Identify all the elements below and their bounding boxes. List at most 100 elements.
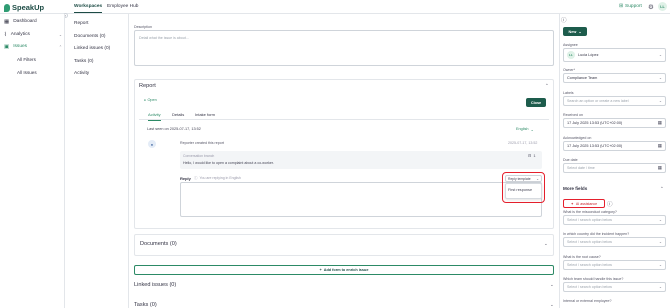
chevron-down-icon[interactable]: ⌄ xyxy=(550,302,554,308)
chevron-up-icon[interactable]: ⌃ xyxy=(660,186,664,192)
lock-icon: ⊟ xyxy=(528,153,532,158)
chevron-down-icon: ⌄ xyxy=(658,285,662,289)
description-input[interactable]: Detail what the issue is about... xyxy=(134,30,554,66)
magic-wand-icon: ✦ xyxy=(570,201,574,206)
country-select[interactable]: Select / search option below ⌄ xyxy=(563,237,666,247)
reply-template-select[interactable]: Reply template ⌄ xyxy=(505,175,542,182)
ai-assistance-label: AI assistance xyxy=(575,201,598,206)
sidebar-item-issues[interactable]: ▣ Issues ⌃ xyxy=(4,42,62,51)
sidebar-item-label: Analytics xyxy=(10,32,30,37)
field-label-misconduct: What is the misconduct category? xyxy=(563,210,617,214)
assignee-label: Assignee xyxy=(563,43,578,47)
chevron-up-icon: ⌃ xyxy=(58,44,62,49)
status-badge[interactable]: ● Open xyxy=(144,98,157,102)
plus-icon: + xyxy=(319,268,322,272)
status-label: Open xyxy=(147,98,157,102)
received-date-field[interactable]: 17 July 2025 13:53 (UTC+02:00) ▦ xyxy=(563,118,666,128)
menu-item-first-response[interactable]: First response xyxy=(508,188,532,192)
reply-textarea[interactable] xyxy=(180,182,542,217)
labels-placeholder: Search an option or create a new label xyxy=(567,99,629,103)
received-label: Received on xyxy=(563,113,583,117)
chevron-down-icon: ⌄ xyxy=(658,263,662,267)
last-seen-text: Last seen on 2025-07-17, 13:52 xyxy=(147,127,201,131)
language-select[interactable]: English ⌄ xyxy=(516,127,534,132)
field-label-team: Which team should handle this issue? xyxy=(563,277,624,281)
linked-issues-title: Linked issues (0) xyxy=(134,282,177,288)
assignee-avatar: LL xyxy=(567,51,575,59)
close-report-button[interactable]: Close xyxy=(526,98,546,107)
tab-intake-form[interactable]: Intake form xyxy=(195,112,215,117)
labels-label: Labels xyxy=(563,91,574,95)
description-label: Description xyxy=(134,25,152,29)
chevron-down-icon[interactable]: ⌄ xyxy=(550,282,554,288)
assignee-name: Lucia López xyxy=(578,53,599,57)
chart-icon: ⌇ xyxy=(4,31,7,38)
subnav-linked-issues[interactable]: Linked issues (0) xyxy=(74,46,110,51)
assignee-select[interactable]: LL Lucia López ⌄ xyxy=(563,48,666,62)
gear-icon[interactable]: ⚙ xyxy=(648,3,654,11)
tab-employee-hub[interactable]: Employee Hub xyxy=(107,4,138,9)
acknowledged-label: Acknowledged on xyxy=(563,136,592,140)
ai-assistance-button[interactable]: ✦ AI assistance xyxy=(563,199,605,208)
report-title: Report xyxy=(139,83,156,89)
info-icon[interactable]: ⓘ xyxy=(607,200,613,208)
logo-mark xyxy=(4,3,10,12)
info-icon[interactable]: ⓘ xyxy=(561,16,567,24)
sidebar-subitem-all-issues[interactable]: All Issues xyxy=(17,70,37,75)
chevron-down-icon: ⌄ xyxy=(658,99,662,103)
root-cause-select[interactable]: Select / search option below ⌄ xyxy=(563,260,666,270)
chevron-up-icon[interactable]: ⌃ xyxy=(545,83,549,89)
support-link[interactable]: ⊞ Support xyxy=(619,4,642,9)
message-text: Hello, I would like to open a complaint … xyxy=(183,161,274,165)
calendar-icon: ▦ xyxy=(657,120,662,125)
message-bubble xyxy=(180,151,542,169)
sidebar-item-dashboard[interactable]: ▦ Dashboard xyxy=(4,17,62,26)
owner-label: Owner* xyxy=(563,68,575,72)
chevron-down-icon: ⌄ xyxy=(658,240,662,244)
tab-activity[interactable]: Activity xyxy=(148,112,161,121)
chevron-down-icon: ⌄ xyxy=(658,53,662,57)
chevron-down-icon: ⌄ xyxy=(536,176,539,181)
event-text: Reporter created this report xyxy=(180,141,224,145)
select-placeholder: Select / search option below xyxy=(567,285,612,289)
more-fields-title: More fields xyxy=(563,186,588,191)
misconduct-category-select[interactable]: Select / search option below ⌄ xyxy=(563,215,666,225)
reply-template-label: Reply template xyxy=(508,176,531,181)
acknowledged-date-field[interactable]: 17 July 2025 13:53 (UTC+02:00) ▦ xyxy=(563,141,666,151)
select-placeholder: Select / search option below xyxy=(567,240,612,244)
team-select[interactable]: Select / search option below ⌄ xyxy=(563,282,666,292)
labels-select[interactable]: Search an option or create a new label ⌄ xyxy=(563,96,666,106)
sidebar-item-analytics[interactable]: ⌇ Analytics ⌄ xyxy=(4,30,62,39)
calendar-icon: ▦ xyxy=(657,143,662,148)
chevron-down-icon: ⌄ xyxy=(578,30,582,34)
subnav-documents[interactable]: Documents (0) xyxy=(74,34,105,39)
status-dot-icon: ● xyxy=(144,98,146,102)
description-placeholder: Detail what the issue is about... xyxy=(139,36,189,40)
subnav-report[interactable]: Report xyxy=(74,21,88,26)
add-form-button[interactable]: + Add form to enrich issue xyxy=(134,265,554,275)
support-label: Support xyxy=(625,4,642,9)
reply-hint: ⓘ You are replying in English xyxy=(194,176,241,181)
avatar[interactable]: LL xyxy=(658,2,667,11)
grid-icon: ▦ xyxy=(4,18,10,25)
tab-workspaces[interactable]: Workspaces xyxy=(74,4,103,13)
message-count[interactable]: ⊟ 1 xyxy=(528,153,536,158)
owner-select[interactable]: Compliance Team ⌄ xyxy=(563,73,666,83)
select-placeholder: Select / search option below xyxy=(567,263,612,267)
field-label-root-cause: What is the root cause? xyxy=(563,255,601,259)
chevron-down-icon[interactable]: ⌄ xyxy=(544,241,548,247)
subnav-activity[interactable]: Activity xyxy=(74,71,89,76)
tasks-title: Tasks (0) xyxy=(134,302,157,308)
due-date-field[interactable]: Select date / time ▦ xyxy=(563,163,666,173)
sidebar-item-label: Issues xyxy=(13,44,28,49)
chevron-down-icon: ⌄ xyxy=(58,32,62,37)
issues-icon: ▣ xyxy=(4,43,10,50)
logo[interactable]: SpeakUp xyxy=(4,3,44,12)
tab-details[interactable]: Details xyxy=(172,112,184,117)
subnav-tasks[interactable]: Tasks (0) xyxy=(74,59,93,64)
sidebar-subitem-all-filters[interactable]: All Filters xyxy=(17,57,36,62)
new-button[interactable]: New ⌄ xyxy=(563,27,587,36)
select-placeholder: Select / search option below xyxy=(567,218,612,222)
due-date-placeholder: Select date / time xyxy=(567,166,595,170)
logo-text: SpeakUp xyxy=(12,3,45,12)
